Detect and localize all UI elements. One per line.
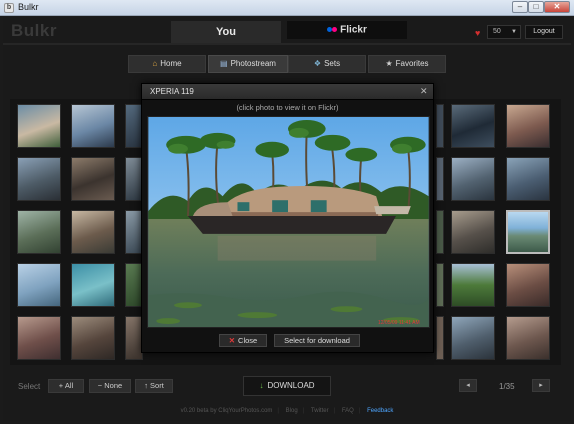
photo-thumbnail[interactable] (451, 316, 495, 360)
app-logo: Bulkr (11, 21, 57, 40)
chevron-right-icon: ▸ (539, 382, 543, 389)
page-indicator: 1/35 (499, 382, 515, 391)
app-icon: b (4, 3, 14, 13)
photo-thumbnail[interactable] (506, 316, 550, 360)
flickr-logo-icon (327, 21, 338, 39)
photostream-icon: ▤ (220, 59, 228, 68)
close-button[interactable]: ✕ Close (219, 334, 267, 347)
dialog-title: XPERIA 119 (150, 87, 194, 96)
close-icon: ✕ (228, 336, 236, 345)
photo-thumbnail[interactable] (506, 104, 550, 148)
next-page-button[interactable]: ▸ (532, 379, 550, 392)
tab-you[interactable]: You (171, 21, 281, 43)
photo-thumbnail[interactable] (451, 263, 495, 307)
photo-thumbnail[interactable] (71, 157, 115, 201)
download-icon: ↓ (259, 381, 264, 390)
footer-blog-link[interactable]: Blog (286, 408, 298, 414)
chevron-down-icon: ▼ (511, 29, 517, 35)
sort-button[interactable]: ↑ Sort (135, 379, 173, 393)
subnav-favorites[interactable]: ★ Favorites (368, 55, 446, 73)
dialog-hint: (click photo to view it on Flickr) (236, 103, 339, 112)
favorites-count-value: 50 (493, 28, 501, 35)
subnav-photostream[interactable]: ▤ Photostream (208, 55, 288, 73)
footer: v0.20 beta by CliqYourPhotos.com | Blog | … (180, 408, 394, 414)
subnav-sets-label: Sets (324, 59, 341, 68)
photo-thumbnail[interactable] (451, 210, 495, 254)
select-all-button[interactable]: + All (48, 379, 84, 393)
tab-flickr-label: Flickr (340, 24, 367, 36)
window-title: Bulkr (18, 2, 39, 12)
photo-thumbnail[interactable] (436, 157, 444, 201)
footer-twitter-link[interactable]: Twitter (311, 408, 329, 414)
photo-thumbnail[interactable] (506, 263, 550, 307)
close-button-label: Close (238, 336, 258, 345)
photo-thumbnail-selected[interactable] (506, 210, 550, 254)
app-body: Bulkr You Flickr ♥ 50 ▼ Logout ⌂ Home ▤ Ph… (3, 17, 571, 421)
tab-flickr[interactable]: Flickr (287, 21, 407, 39)
photo-timestamp: 12/05/09 11:41 AM (378, 320, 420, 326)
prev-page-button[interactable]: ◂ (459, 379, 477, 392)
photo-preview-dialog: XPERIA 119 ✕ (click photo to view it on … (141, 83, 434, 353)
subnav-home[interactable]: ⌂ Home (128, 55, 206, 73)
photo-thumbnail[interactable] (436, 210, 444, 254)
subnav-sets[interactable]: ❖ Sets (288, 55, 366, 73)
subnav-home-label: Home (160, 59, 182, 68)
photo-thumbnail[interactable] (436, 104, 444, 148)
window-titlebar: b Bulkr – □ ✕ (0, 0, 574, 16)
sets-icon: ❖ (313, 59, 322, 68)
subnav-photostream-label: Photostream (230, 59, 276, 68)
photo-thumbnail[interactable] (71, 104, 115, 148)
logout-button[interactable]: Logout (525, 25, 563, 39)
footer-faq-link[interactable]: FAQ (342, 408, 354, 414)
close-icon[interactable]: ✕ (420, 86, 428, 97)
minimize-button[interactable]: – (512, 1, 528, 13)
star-icon: ★ (385, 59, 393, 68)
photo-thumbnail[interactable] (71, 210, 115, 254)
photo-thumbnail[interactable] (436, 316, 444, 360)
select-none-label: None (104, 381, 123, 390)
photo-thumbnail[interactable] (506, 157, 550, 201)
photo-thumbnail[interactable] (17, 104, 61, 148)
header-divider (3, 43, 571, 45)
select-for-download-button[interactable]: Select for download (274, 334, 360, 347)
sort-label: Sort (150, 381, 164, 390)
photo-thumbnail[interactable] (71, 316, 115, 360)
photo-thumbnail[interactable] (71, 263, 115, 307)
select-label: Select (18, 382, 41, 391)
preview-photo[interactable] (147, 116, 430, 328)
download-label: DOWNLOAD (267, 381, 315, 390)
dialog-header: XPERIA 119 ✕ (142, 84, 433, 100)
photo-thumbnail[interactable] (436, 263, 444, 307)
close-window-button[interactable]: ✕ (544, 1, 570, 13)
heart-icon: ♥ (475, 28, 481, 38)
photo-thumbnail[interactable] (17, 263, 61, 307)
photo-thumbnail[interactable] (17, 210, 61, 254)
footer-credit[interactable]: v0.20 beta by CliqYourPhotos.com (181, 408, 273, 414)
select-none-button[interactable]: − None (89, 379, 131, 393)
subnav-favorites-label: Favorites (395, 59, 429, 68)
photo-thumbnail[interactable] (17, 157, 61, 201)
photo-thumbnail[interactable] (17, 316, 61, 360)
photo-thumbnail[interactable] (451, 104, 495, 148)
favorites-count-select[interactable]: 50 ▼ (487, 25, 521, 39)
chevron-left-icon: ◂ (466, 382, 470, 389)
select-all-label: All (64, 381, 74, 390)
download-button[interactable]: ↓ DOWNLOAD (243, 376, 331, 396)
maximize-button[interactable]: □ (528, 1, 544, 13)
home-icon: ⌂ (152, 59, 158, 68)
footer-feedback-link[interactable]: Feedback (367, 408, 393, 414)
photo-thumbnail[interactable] (451, 157, 495, 201)
